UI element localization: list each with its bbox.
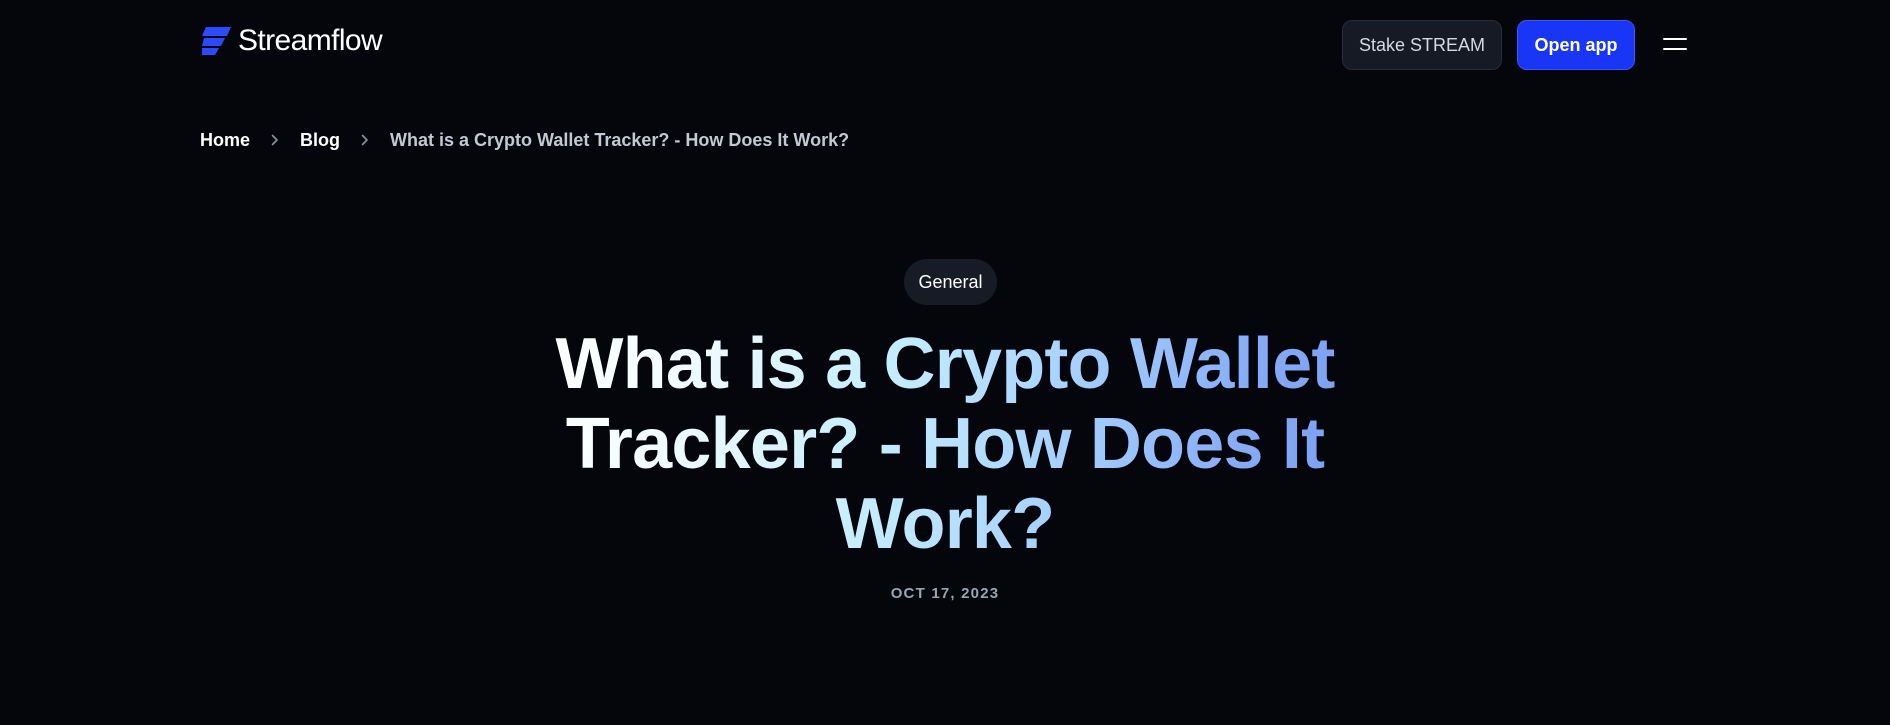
chevron-right-icon — [358, 133, 372, 147]
hamburger-menu-icon[interactable] — [1660, 30, 1690, 60]
blog-post-page: Streamflow Stake STREAM Open app Home Bl… — [0, 0, 1890, 725]
brand-logo-link[interactable]: Streamflow — [200, 24, 383, 57]
category-badge[interactable]: General — [904, 259, 997, 305]
open-app-button[interactable]: Open app — [1517, 20, 1635, 70]
stake-stream-button[interactable]: Stake STREAM — [1342, 20, 1502, 70]
breadcrumb-blog-link[interactable]: Blog — [300, 130, 340, 151]
menu-line — [1663, 38, 1687, 40]
breadcrumb-current-page: What is a Crypto Wallet Tracker? - How D… — [390, 129, 850, 150]
breadcrumb: Home Blog What is a Crypto Wallet Tracke… — [200, 128, 849, 152]
chevron-right-icon — [268, 133, 282, 147]
article-date: OCT 17, 2023 — [890, 585, 1000, 602]
site-header: Streamflow Stake STREAM Open app — [0, 0, 1890, 90]
brand-name: Streamflow — [238, 24, 383, 57]
menu-line — [1663, 48, 1687, 50]
article-title: What is a Crypto Wallet Tracker? - How D… — [545, 324, 1345, 564]
breadcrumb-home-link[interactable]: Home — [200, 130, 250, 151]
streamflow-logo-icon — [202, 27, 231, 55]
